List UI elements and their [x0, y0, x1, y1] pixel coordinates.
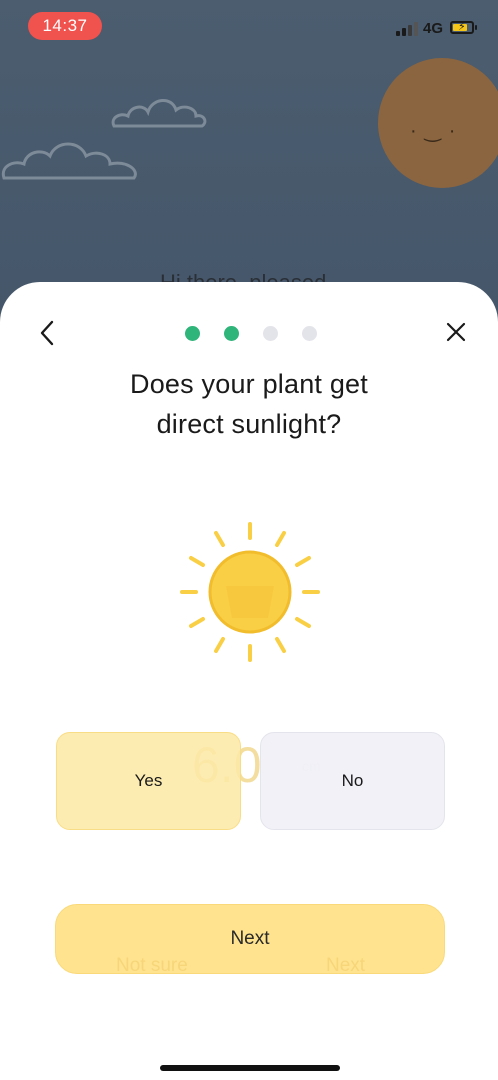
progress-dot-1: [185, 326, 200, 341]
question-line-2: direct sunlight?: [156, 409, 342, 439]
cloud-icon: [111, 99, 207, 128]
option-no-label: No: [341, 771, 364, 790]
question-title: Does your plant get direct sunlight?: [60, 364, 438, 444]
next-button-label: Next: [230, 928, 270, 949]
home-indicator[interactable]: [160, 1065, 340, 1071]
progress-dot-3: [263, 326, 278, 341]
progress-dot-2: [224, 326, 239, 341]
sun-icon: [180, 522, 320, 662]
network-type: 4G: [423, 20, 444, 37]
back-chevron-icon[interactable]: [36, 318, 58, 348]
option-yes-button[interactable]: Yes: [56, 732, 241, 830]
option-yes-label: Yes: [134, 771, 163, 790]
question-line-1: Does your plant get: [130, 369, 368, 399]
next-button[interactable]: Next: [55, 904, 445, 974]
status-bar: 14:37 4G ⚡: [0, 0, 498, 52]
ghost-next: Next: [326, 955, 366, 976]
ghost-not-sure: Not sure: [116, 955, 188, 976]
step-progress: [180, 326, 320, 342]
option-no-button[interactable]: No: [260, 732, 445, 830]
close-icon[interactable]: [444, 320, 468, 344]
sun-face-icon: ·‿·: [410, 120, 464, 142]
signal-icon: [396, 22, 420, 36]
progress-dot-4: [302, 326, 317, 341]
battery-icon: ⚡: [450, 21, 477, 34]
status-time: 14:37: [28, 12, 102, 40]
